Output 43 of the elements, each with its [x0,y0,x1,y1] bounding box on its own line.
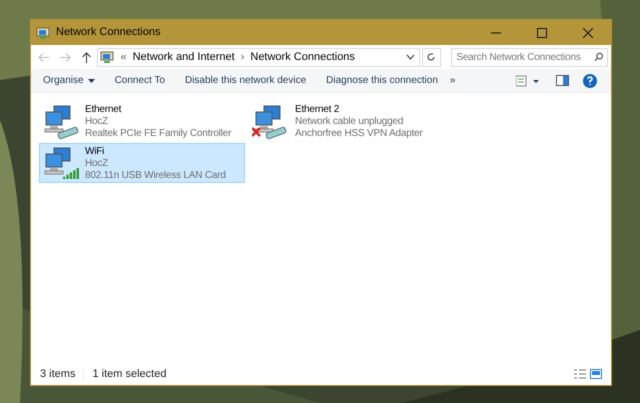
connection-item[interactable]: Ethernet 2 Network cable unplugged Anchorfree HSS VPN Adapter [249,101,455,141]
up-arrow-icon [82,52,92,62]
selection-count: 1 item selected [92,366,166,382]
connection-item[interactable]: Ethernet HocZ Realtek PCIe FE Family Controller [39,101,245,141]
connection-name: Ethernet 2 [295,104,340,116]
breadcrumb[interactable]: Network and Internet [132,48,235,66]
adapter-name: Anchorfree HSS VPN Adapter [295,128,423,140]
back-arrow-icon [38,52,50,62]
window-title: Network Connections [56,25,161,40]
breadcrumb-separator: › [240,50,244,65]
preview-pane-icon[interactable] [556,75,569,86]
search-icon [594,52,603,62]
tiles-view-icon[interactable] [590,369,602,379]
help-icon[interactable] [583,74,597,88]
network-folder-icon [36,26,50,40]
network-folder-icon [100,50,114,64]
connection-status: HocZ [85,116,110,128]
breadcrumb-overflow[interactable]: « [120,48,127,66]
wireless-network-icon [42,146,82,182]
view-options-icon[interactable] [516,74,542,86]
adapter-name: Realtek PCIe FE Family Controller [85,128,232,140]
toolbar-button[interactable]: Organise [43,73,95,88]
more-button[interactable]: » [450,73,456,88]
adapter-name: 802.11n USB Wireless LAN Card [85,170,226,182]
maximize-icon [537,28,547,38]
connection-name: WiFi [85,146,106,158]
details-view-icon[interactable] [574,369,586,379]
close-icon [583,28,593,38]
toolbar-button[interactable]: Connect To [114,73,165,88]
toolbar-button[interactable]: Diagnose this connection [326,73,438,88]
connection-name: Ethernet [85,104,122,116]
connection-item[interactable]: WiFi HocZ 802.11n USB Wireless LAN Card [39,143,245,183]
connection-status: HocZ [85,158,110,170]
breadcrumb[interactable]: Network Connections [250,48,355,66]
refresh-button[interactable] [422,48,442,66]
item-count: 3 items [40,366,76,382]
address-bar[interactable]: « Network and Internet › Network Connections [97,48,420,66]
forward-arrow-icon [60,52,72,62]
dropdown-icon[interactable] [406,54,415,60]
search-field[interactable]: Search Network Connections [451,48,608,66]
connection-status: Network cable unplugged [295,116,404,128]
refresh-icon [426,52,436,62]
toolbar-button[interactable]: Disable this network device [184,73,306,88]
